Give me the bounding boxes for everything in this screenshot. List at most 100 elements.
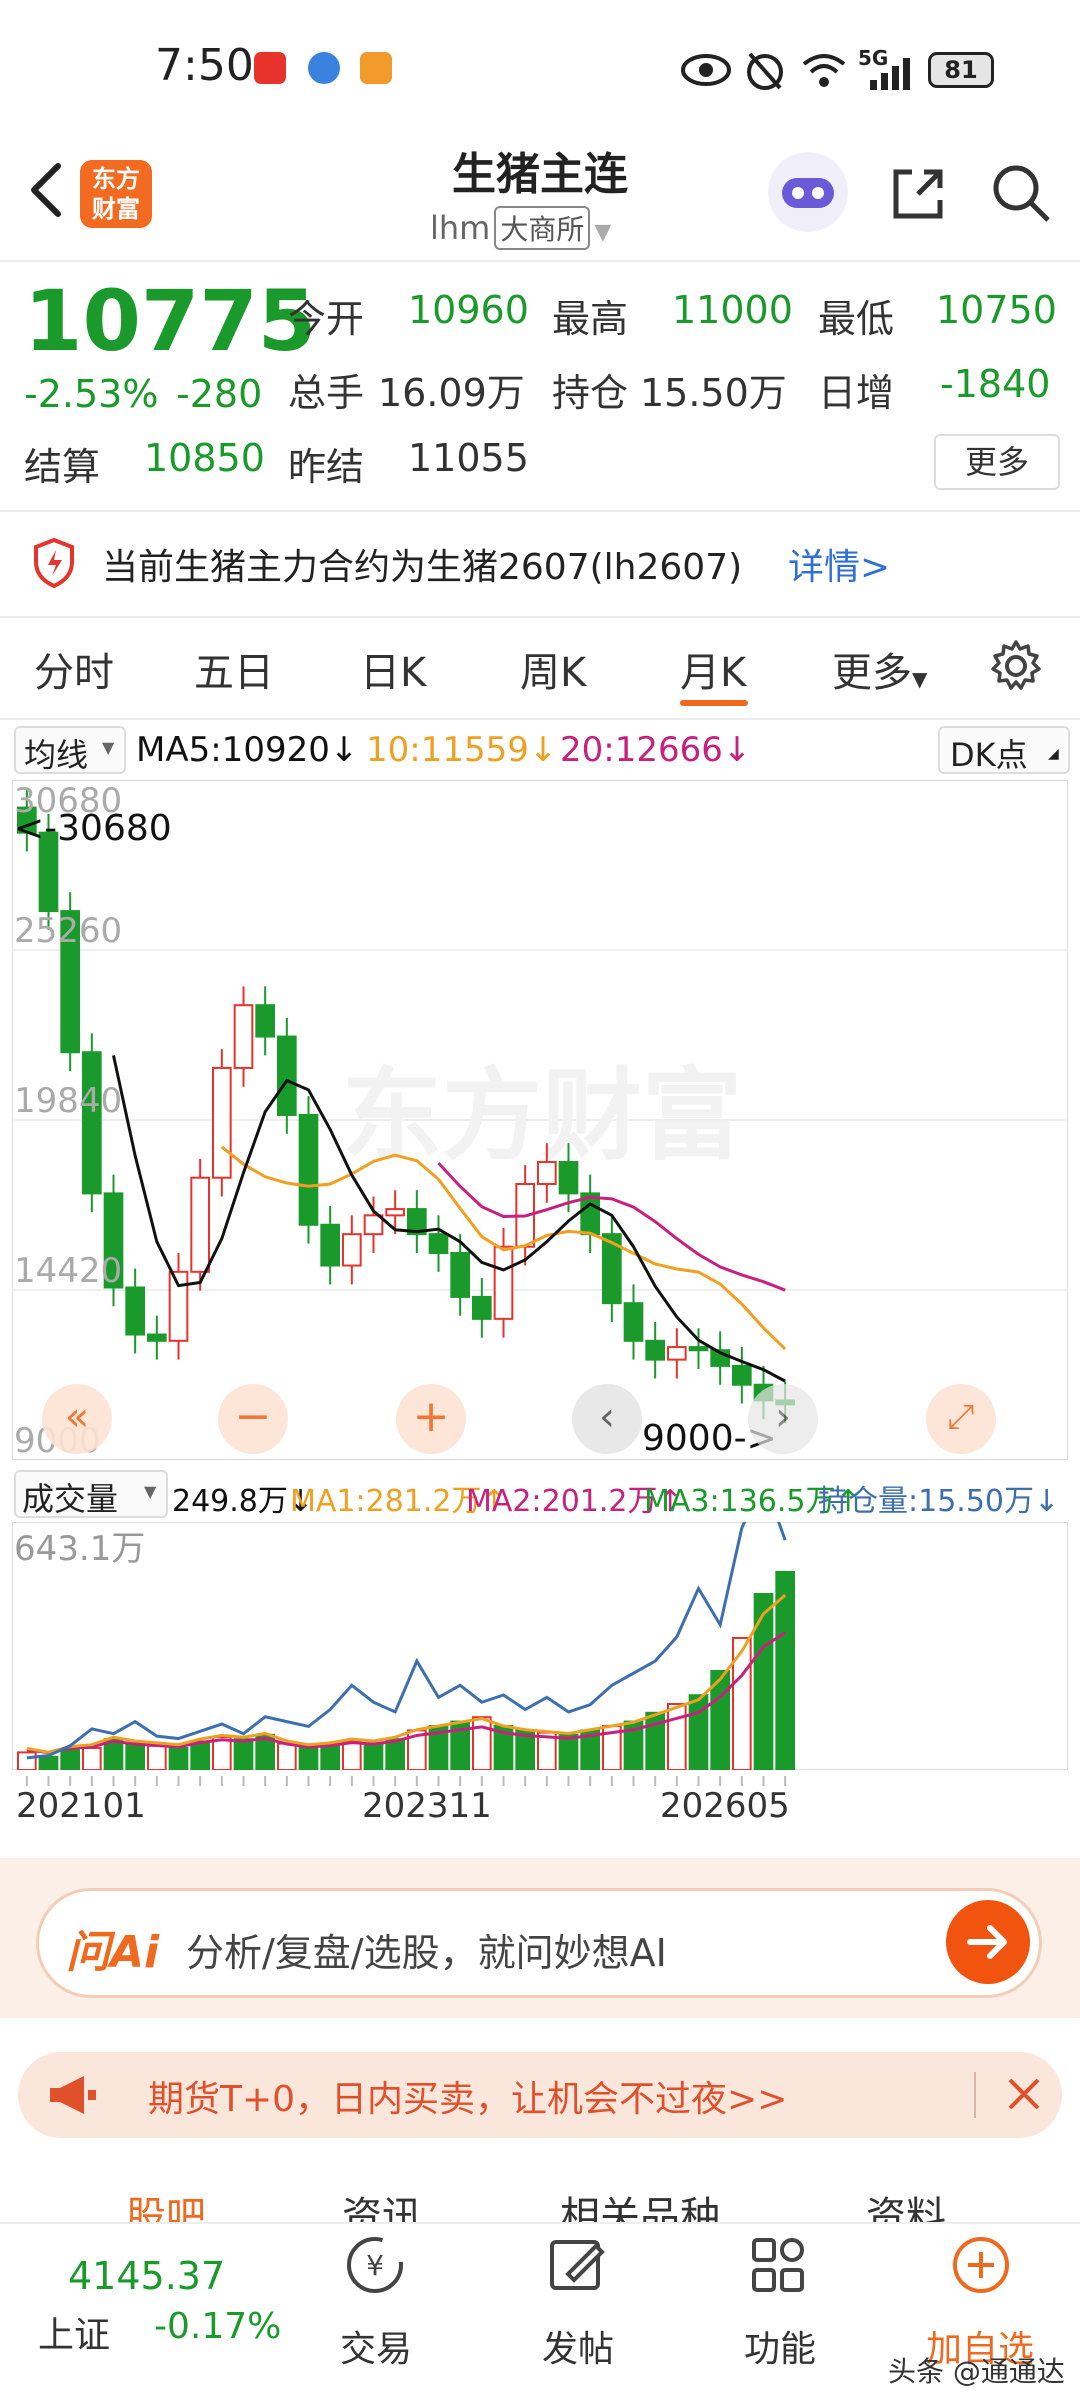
volume-bar	[82, 1747, 102, 1770]
add-watch-icon[interactable]	[946, 2230, 1016, 2300]
volume-bar	[667, 1703, 687, 1770]
volume-selector[interactable]: 成交量 ▼	[14, 1470, 168, 1518]
index-name: 上证	[38, 2315, 111, 2356]
candle-body	[277, 1035, 297, 1116]
logo-line1: 东方	[92, 165, 140, 193]
open-label: 今开	[288, 297, 365, 341]
high-value: 11000	[672, 288, 793, 332]
candle-body	[125, 1286, 146, 1336]
nav-post-label[interactable]: 发帖	[542, 2320, 614, 2372]
volume-max-label: 643.1万	[14, 1529, 145, 1569]
ai-robot-avatar[interactable]	[768, 152, 848, 232]
wifi-icon	[802, 54, 846, 87]
signal-icon	[870, 58, 910, 90]
ma5-value: MA5:10920↓	[136, 730, 359, 770]
volume-chart[interactable]: 643.1万	[12, 1522, 1068, 1770]
more-quote-button[interactable]: 更多	[934, 434, 1060, 490]
candle-body	[168, 1270, 189, 1342]
change-amount: -280	[176, 372, 263, 416]
ma-selector[interactable]: 均线 ▼	[14, 726, 126, 774]
volume-bar	[298, 1747, 319, 1770]
ma-indicator-row: 均线 ▼ MA5:10920↓ 10:11559↓ 20:12666↓ DK点 …	[0, 722, 1080, 778]
logo-line2: 财富	[92, 195, 140, 223]
zoom-in-button[interactable]: +	[396, 1384, 466, 1454]
tab-more[interactable]: 更多▼	[832, 640, 927, 698]
zoom-out-button[interactable]: −	[218, 1384, 288, 1454]
post-icon[interactable]	[542, 2230, 612, 2300]
tab-five-day[interactable]: 五日	[194, 640, 274, 698]
kline-chart[interactable]: 东方财富 30680 25260 19840 14420 9000 <-3068…	[12, 780, 1068, 1460]
back-arrow-icon[interactable]	[18, 150, 78, 230]
prev-settle-label: 昨结	[288, 445, 365, 489]
share-icon[interactable]	[886, 162, 950, 226]
volume-value: 16.09万	[378, 371, 525, 415]
candle-body	[233, 1004, 254, 1069]
eye-icon	[681, 54, 731, 86]
ai-logo: 问Ai	[66, 1927, 160, 1978]
megaphone-icon	[50, 2076, 96, 2114]
candle-body	[537, 1161, 557, 1185]
tab-more-label: 更多	[832, 650, 912, 696]
tab-monthly-k[interactable]: 月K	[680, 640, 746, 698]
minus-icon: −	[234, 1391, 272, 1442]
double-left-icon: «	[64, 1394, 90, 1440]
nav-function-label[interactable]: 功能	[744, 2320, 816, 2372]
ma10-value: 10:11559↓	[366, 730, 558, 770]
video-app-icon	[360, 52, 392, 84]
alarm-off-icon	[747, 52, 783, 90]
search-icon[interactable]	[988, 160, 1054, 226]
contract-subtitle[interactable]: lhm 大商所 ▼	[430, 206, 611, 250]
time-axis-ticks	[25, 1776, 787, 1786]
trade-icon[interactable]: ¥	[340, 2230, 410, 2300]
candle-body	[688, 1346, 709, 1352]
candle-body	[190, 1176, 210, 1273]
candle-body	[558, 1161, 579, 1195]
ai-search-placeholder[interactable]: 分析/复盘/选股，就问妙想AI	[186, 1922, 667, 1977]
time-axis	[0, 1776, 1080, 1856]
chevron-down-icon: ▼	[594, 220, 612, 245]
settings-gear-icon[interactable]	[988, 638, 1044, 694]
volume-bar	[38, 1755, 59, 1770]
browser-app-icon	[308, 52, 340, 84]
status-bar: 7:50 5G 81	[0, 0, 1080, 140]
candle-body	[385, 1208, 406, 1217]
svg-text:¥: ¥	[366, 2249, 384, 2282]
low-value: 10750	[936, 288, 1057, 332]
index-value[interactable]: 4145.37	[68, 2254, 225, 2298]
change-percent: -2.53%	[24, 372, 159, 416]
candle-body	[255, 1004, 275, 1038]
x-axis-label-end: 202605	[660, 1786, 790, 1826]
nav-trade-label[interactable]: 交易	[340, 2320, 412, 2372]
tab-weekly-k[interactable]: 周K	[520, 640, 586, 698]
promo-divider	[974, 2072, 976, 2118]
tab-daily-k[interactable]: 日K	[360, 640, 426, 698]
ai-submit-button[interactable]	[946, 1900, 1030, 1984]
prev-settle-value: 11055	[408, 436, 529, 480]
app-logo: 东方 财富	[80, 160, 152, 228]
scroll-left-button[interactable]: ‹	[572, 1384, 642, 1454]
function-grid-icon[interactable]	[744, 2230, 814, 2300]
caret-down-icon: ▼	[102, 738, 115, 757]
plus-icon: +	[412, 1391, 450, 1442]
volume-bar	[60, 1749, 80, 1770]
volume-bar	[277, 1742, 297, 1770]
daily-inc-value: -1840	[940, 362, 1051, 406]
notice-detail-link[interactable]: 详情>	[788, 538, 890, 590]
volume-bar	[363, 1742, 384, 1770]
price-label-3: 19840	[14, 1081, 122, 1121]
rewind-button[interactable]: «	[42, 1384, 112, 1454]
max-price-marker: <-30680	[14, 808, 172, 849]
volume-bar	[320, 1744, 341, 1770]
fullscreen-button[interactable]: ⤢	[926, 1384, 996, 1454]
candle-body	[82, 1051, 102, 1195]
volume-bar	[558, 1733, 579, 1770]
dk-point-toggle[interactable]: DK点 ◢	[938, 726, 1070, 774]
expand-icon: ⤢	[947, 1397, 975, 1437]
robot-icon	[782, 178, 834, 208]
ma-selector-label: 均线	[24, 736, 89, 774]
close-icon[interactable]	[1004, 2074, 1044, 2114]
volume-bar	[17, 1751, 37, 1770]
ma20-value: 20:12666↓	[560, 730, 752, 770]
scroll-right-button[interactable]: ›	[748, 1384, 818, 1454]
tab-intraday[interactable]: 分时	[34, 640, 114, 698]
